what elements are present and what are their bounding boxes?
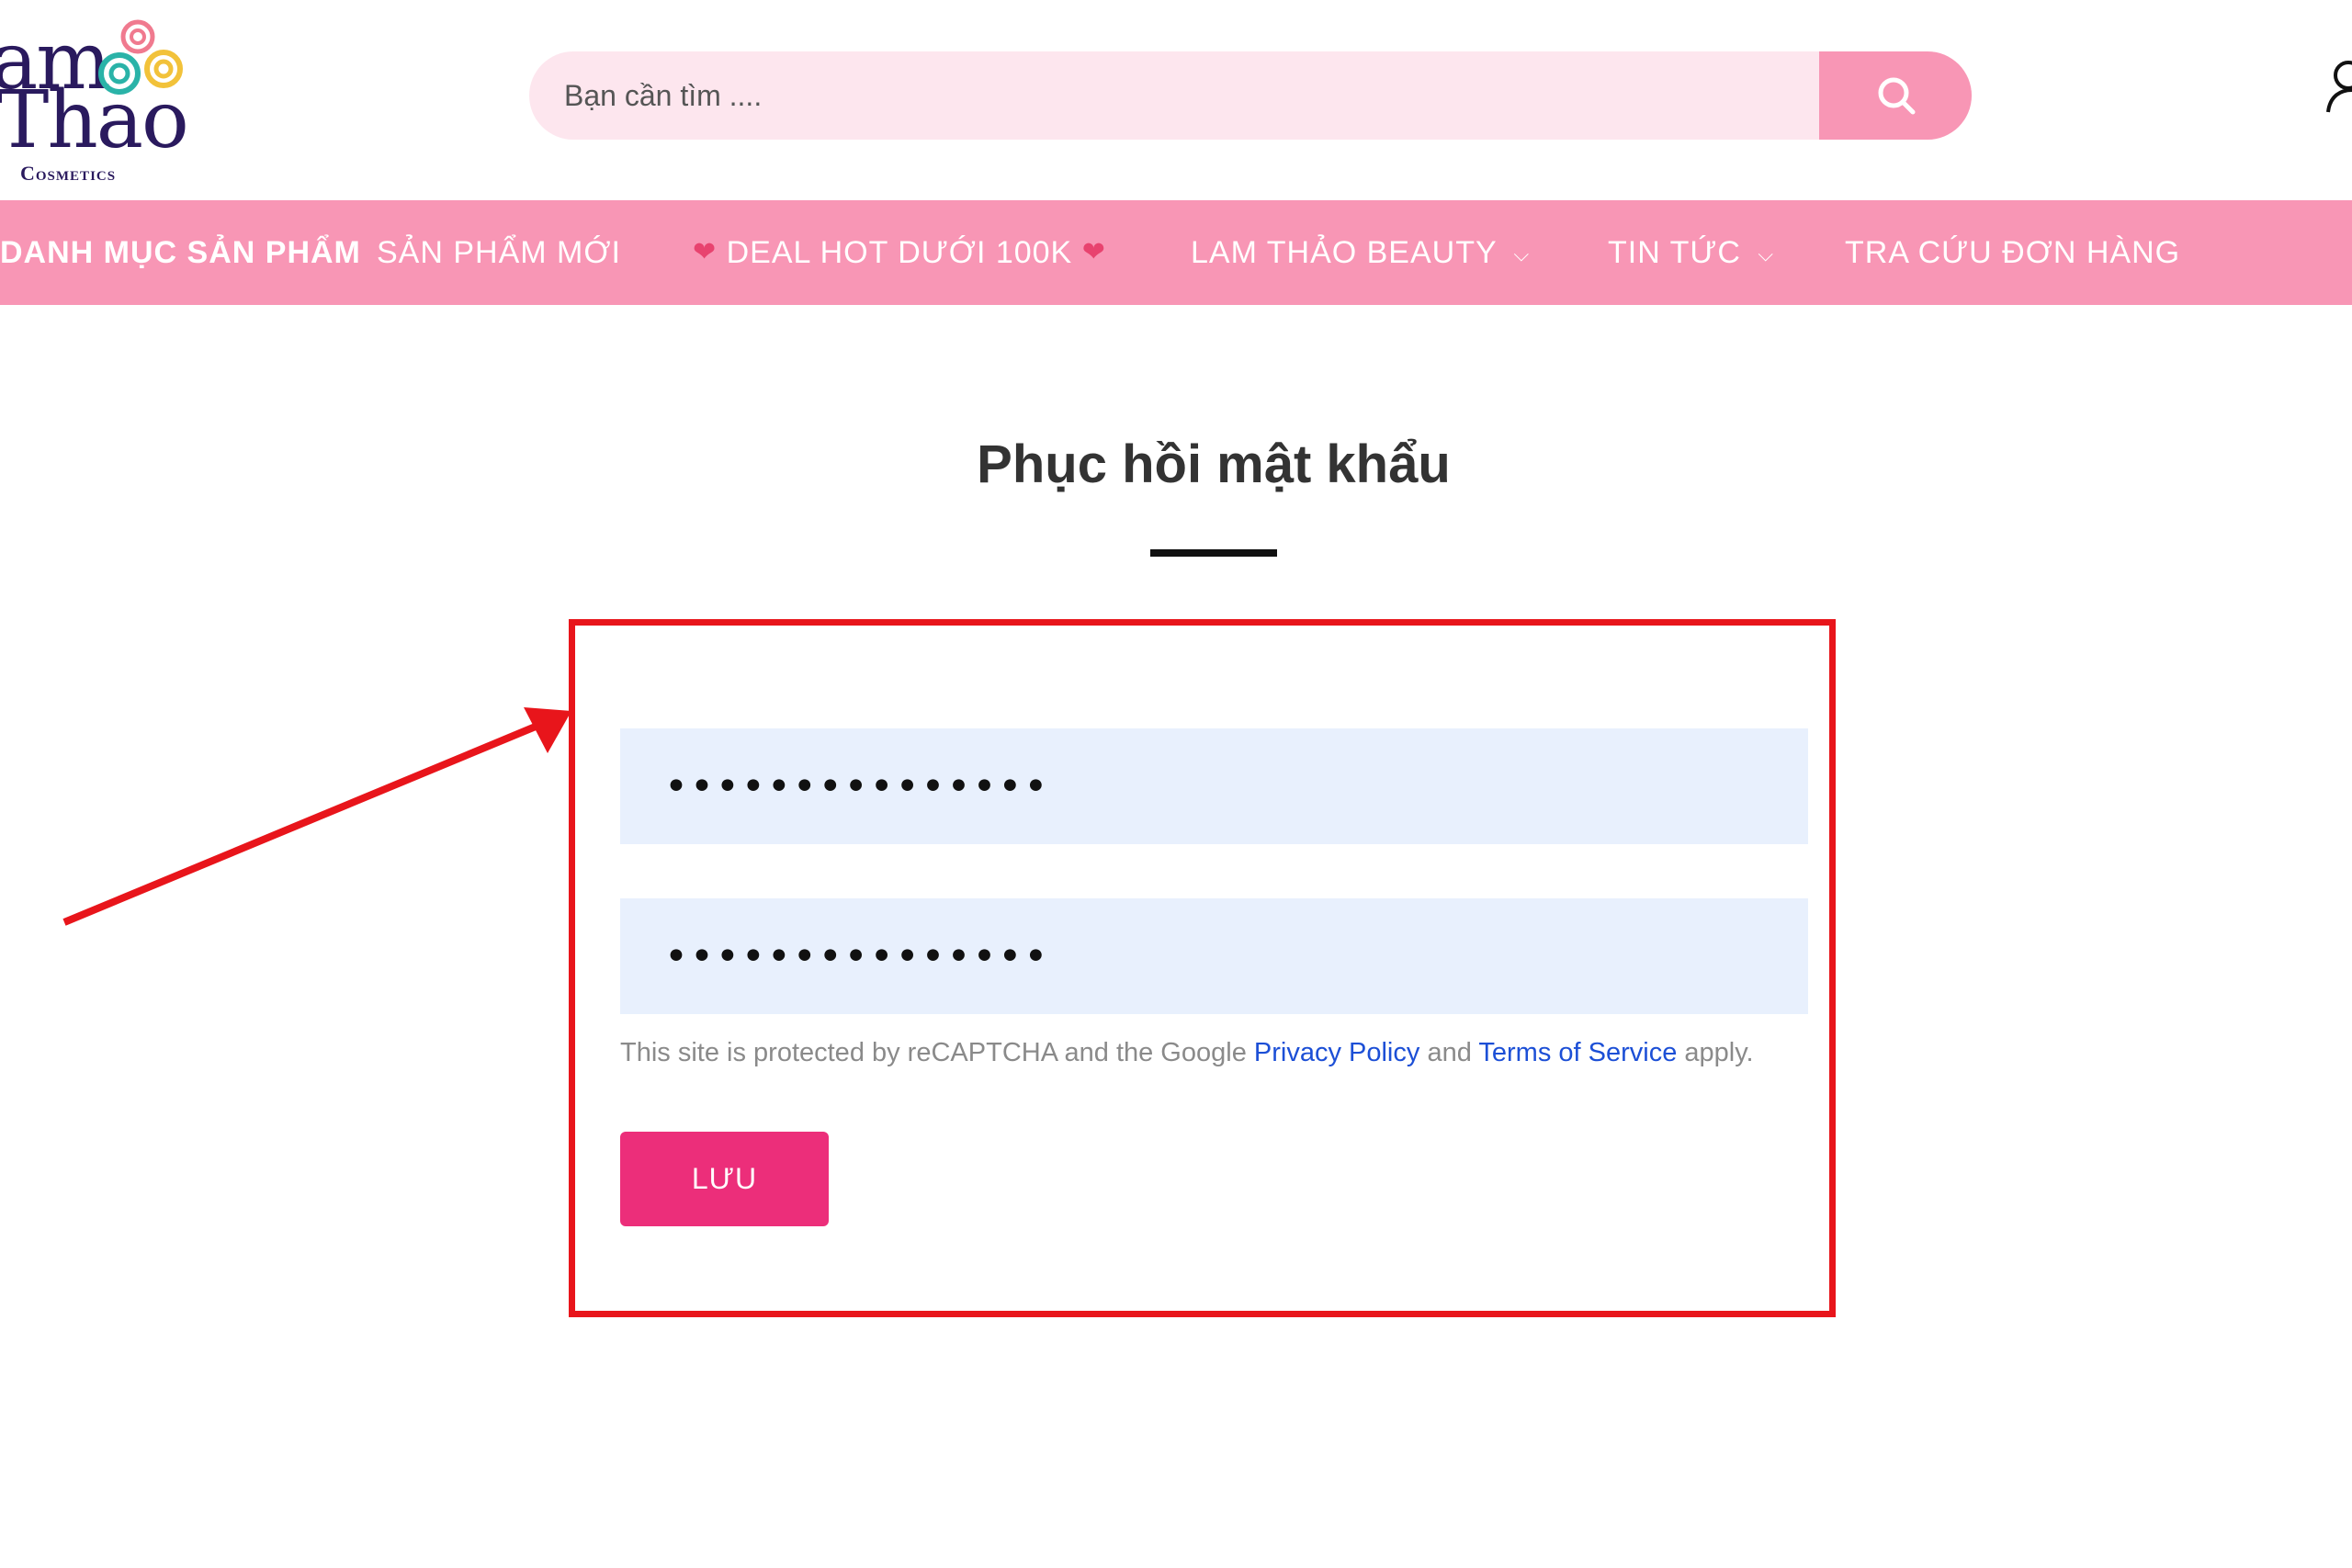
main-nav: DANH MỤC SẢN PHẨM SẢN PHẨM MỚI ❤ DEAL HO… (0, 200, 2352, 305)
search-icon (1878, 77, 1916, 115)
annotation-arrow-icon (62, 707, 571, 926)
chevron-down-icon: ⌵ (1513, 243, 1531, 265)
search-button[interactable] (1819, 51, 1972, 140)
confirm-password-field[interactable] (620, 898, 1808, 1014)
nav-item-order-lookup[interactable]: TRA CỨU ĐƠN HÀNG (1845, 200, 2180, 305)
user-icon[interactable] (2324, 59, 2352, 114)
nav-item-label: DEAL HOT DƯỚI 100K (726, 235, 1073, 270)
nav-item-label: TRA CỨU ĐƠN HÀNG (1845, 235, 2181, 270)
terms-of-service-link[interactable]: Terms of Service (1478, 1038, 1677, 1067)
recaptcha-and: and (1419, 1038, 1479, 1067)
logo-text-line3: Cosmetics (20, 162, 117, 185)
title-divider (1150, 549, 1277, 557)
nav-item-categories[interactable]: DANH MỤC SẢN PHẨM (0, 200, 361, 305)
nav-item-label: SẢN PHẨM MỚI (377, 235, 621, 270)
nav-item-label: LAM THẢO BEAUTY (1191, 235, 1498, 270)
nav-item-lam-thao-beauty[interactable]: LAM THẢO BEAUTY ⌵ (1191, 200, 1530, 305)
search-bar (529, 51, 1972, 140)
heart-icon: ❤ (1081, 237, 1106, 267)
new-password-field[interactable] (620, 728, 1808, 844)
heart-icon: ❤ (693, 237, 718, 267)
privacy-policy-link[interactable]: Privacy Policy (1254, 1038, 1420, 1067)
logo-roses-icon (98, 19, 183, 95)
chevron-down-icon: ⌵ (1758, 243, 1775, 265)
save-button[interactable]: LƯU (620, 1132, 829, 1226)
nav-item-news[interactable]: TIN TỨC ⌵ (1608, 200, 1774, 305)
recaptcha-suffix: apply. (1677, 1038, 1754, 1067)
site-logo[interactable]: am Thao Cosmetics (0, 13, 202, 185)
recaptcha-prefix: This site is protected by reCAPTCHA and … (620, 1038, 1254, 1067)
recaptcha-notice: This site is protected by reCAPTCHA and … (620, 1038, 1754, 1068)
nav-item-deal-hot[interactable]: ❤ DEAL HOT DƯỚI 100K ❤ (693, 200, 1106, 305)
nav-item-label: TIN TỨC (1608, 235, 1741, 270)
nav-item-new-products[interactable]: SẢN PHẨM MỚI (377, 200, 621, 305)
nav-item-label: DANH MỤC SẢN PHẨM (0, 235, 361, 270)
search-input[interactable] (529, 51, 1819, 140)
page-title: Phục hồi mật khẩu (977, 434, 1451, 494)
